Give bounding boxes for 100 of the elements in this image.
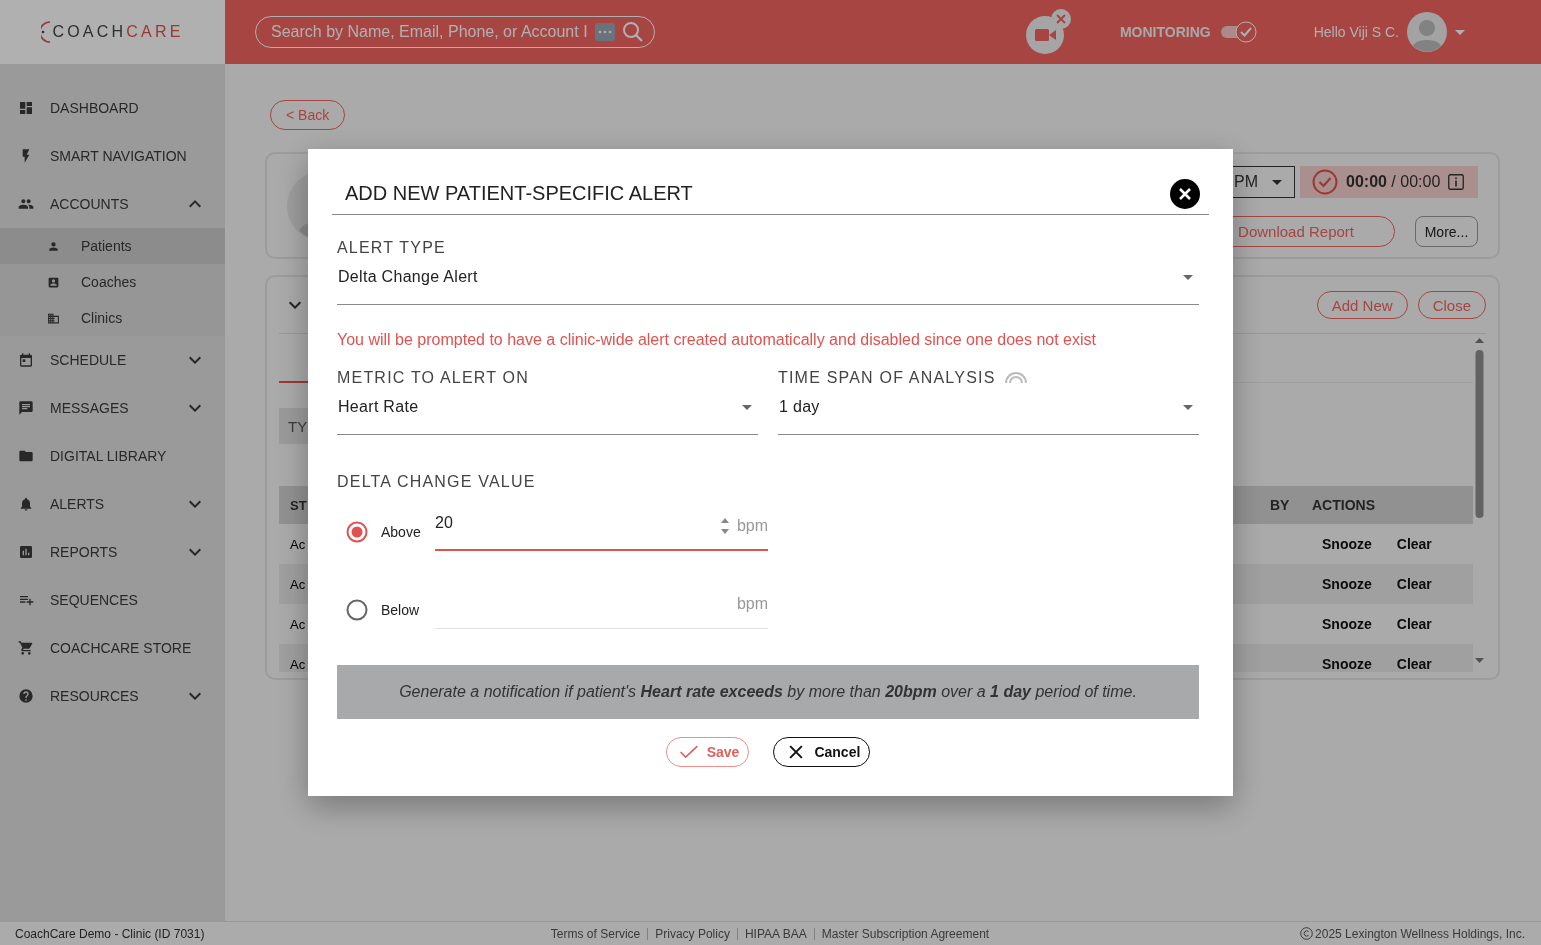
arc-icon (1003, 372, 1028, 384)
video-camera-icon[interactable] (1024, 9, 1073, 55)
nav-label: ALERTS (50, 496, 106, 512)
close-button[interactable] (1170, 178, 1200, 209)
table-cell-text: Ac (289, 576, 306, 592)
nav-label: SEQUENCES (50, 592, 139, 608)
ring-icon (41, 21, 52, 43)
chevron-down-icon (289, 301, 301, 309)
nav-label: COACHCARE STORE (50, 640, 193, 656)
warning-text: You will be prompted to have a clinic-wide alert created automatically and disabled since one does not exist (337, 331, 1097, 349)
logo: COACH CARE (52, 23, 184, 41)
avatar[interactable] (1407, 12, 1447, 52)
contact-card-icon (47, 275, 60, 289)
nav-label: REPORTS (50, 544, 119, 560)
select-field[interactable]: 1 day (778, 396, 1199, 435)
caret-icon (1455, 29, 1465, 35)
user-greeting: Hello Viji S C. (1313, 24, 1399, 40)
help-icon (18, 688, 34, 704)
timer-text: 00:00 / 00:00 (1346, 173, 1441, 191)
action-button[interactable]: Snooze (1322, 536, 1372, 552)
nav-label: ACCOUNTS (50, 196, 130, 212)
cancel-button[interactable]: Cancel (773, 737, 871, 767)
column-header: ACTIONS (1311, 497, 1376, 513)
search-field[interactable]: Search by Name, Email, Phone, or Account I (255, 16, 655, 48)
nav-item[interactable]: COACHCARE STORE (0, 624, 225, 672)
message-icon (18, 400, 34, 416)
footer-link[interactable]: Privacy Policy (647, 927, 737, 940)
footer-link[interactable]: Terms of Service (543, 927, 648, 940)
radio-label: Below (381, 602, 421, 618)
action-button[interactable]: Snooze (1322, 656, 1372, 672)
table-cell-text: Ac (289, 616, 306, 632)
field-label: TIME SPAN OF ANALYSIS (778, 369, 996, 387)
nav-item[interactable]: SCHEDULE (0, 336, 225, 384)
nav-subitem[interactable]: Clinics (0, 300, 225, 336)
action-button[interactable]: Clear (1396, 616, 1432, 632)
save-button[interactable]: Save (665, 737, 750, 767)
check-circle-icon (1312, 169, 1338, 195)
radio-button[interactable] (346, 599, 368, 621)
dashboard-icon (18, 100, 34, 116)
nav-subitem[interactable]: Patients (0, 228, 225, 264)
nav-item[interactable]: SMART NAVIGATION (0, 132, 225, 180)
nav-label: SMART NAVIGATION (50, 148, 188, 164)
calendar-icon (18, 352, 34, 368)
caret-icon (1183, 404, 1193, 410)
bar-chart-icon (18, 544, 34, 560)
footer-link[interactable]: HIPAA BAA (736, 927, 814, 940)
nav-label: SCHEDULE (50, 352, 128, 368)
action-button[interactable]: Clear (1396, 576, 1432, 592)
nav-label: Clinics (81, 310, 123, 326)
nav-label: DASHBOARD (50, 100, 140, 116)
nav-subitem[interactable]: Coaches (0, 264, 225, 300)
unit-label: bpm (736, 517, 768, 535)
more-button[interactable]: More... (1415, 216, 1478, 247)
select-field[interactable]: Delta Change Alert (337, 266, 1199, 305)
radio-button[interactable] (346, 521, 368, 543)
nav-label: RESOURCES (50, 688, 140, 704)
nav-label: Patients (81, 238, 132, 254)
bell-icon (18, 496, 34, 512)
nav-item[interactable]: MESSAGES (0, 384, 225, 432)
monitoring-toggle[interactable] (1220, 21, 1257, 43)
column-header: BY (1270, 497, 1291, 513)
copyright-text: 2025 Lexington Wellness Holdings, Inc. (1315, 926, 1525, 941)
folder-icon (18, 448, 34, 464)
search-icon (621, 20, 645, 44)
nav-label: MESSAGES (50, 400, 130, 416)
select-value: PM (1234, 173, 1258, 191)
radio-label: Above (381, 524, 422, 540)
action-button[interactable]: Clear (1396, 536, 1432, 552)
nav-item[interactable]: REPORTS (0, 528, 225, 576)
dots-icon (595, 23, 615, 41)
people-icon (18, 196, 34, 212)
monitoring-label: MONITORING (1119, 24, 1211, 40)
nav-item[interactable]: DASHBOARD (0, 84, 225, 132)
caret-icon (742, 404, 752, 410)
select-field[interactable]: Heart Rate (337, 396, 758, 435)
close-icon (1178, 186, 1192, 201)
nav-label: Coaches (81, 274, 137, 290)
dialog-title: ADD NEW PATIENT-SPECIFIC ALERT (345, 182, 693, 205)
nav-item[interactable]: RESOURCES (0, 672, 225, 720)
copyright-icon (1300, 927, 1314, 940)
action-button[interactable]: Snooze (1322, 616, 1372, 632)
person-icon (47, 239, 60, 253)
unit-label: bpm (736, 595, 768, 613)
summary-text: Generate a notification if patient's Heart rate exceeds by more than 20bpm over a 1 day period of time. (337, 665, 1199, 719)
caret-icon (1183, 274, 1193, 280)
field-label: METRIC TO ALERT ON (337, 369, 529, 387)
caret-icon (1272, 179, 1282, 185)
action-button[interactable]: Snooze (1322, 576, 1372, 592)
action-button[interactable]: Clear (1396, 656, 1432, 672)
cart-icon (18, 640, 34, 656)
tab-indicator (279, 381, 310, 383)
field-label: ALERT TYPE (337, 239, 446, 257)
field-label: DELTA CHANGE VALUE (337, 473, 536, 491)
table-cell-text: Ac (289, 656, 306, 672)
nav-item[interactable]: SEQUENCES (0, 576, 225, 624)
nav-item[interactable]: ACCOUNTS (0, 180, 225, 228)
nav-item[interactable]: ALERTS (0, 480, 225, 528)
nav-item[interactable]: DIGITAL LIBRARY (0, 432, 225, 480)
footer-link[interactable]: Master Subscription Agreement (813, 927, 997, 940)
info-icon (1448, 174, 1465, 190)
